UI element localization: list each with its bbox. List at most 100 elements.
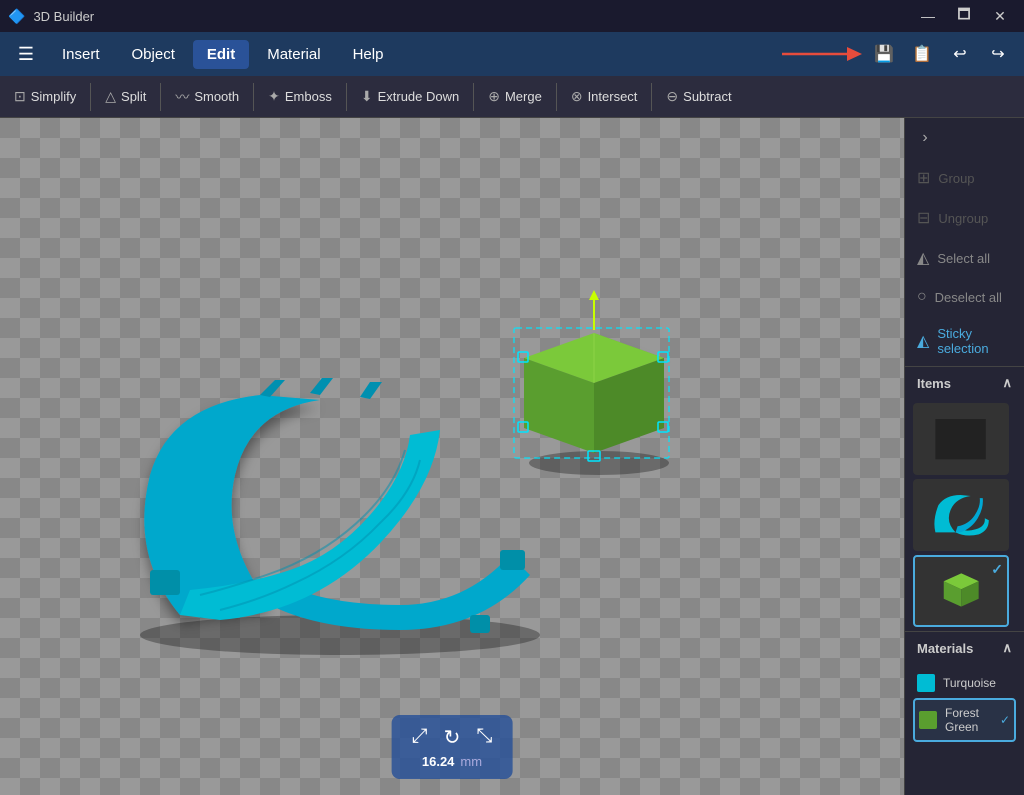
- hamburger-menu[interactable]: ☰: [8, 36, 44, 72]
- intersect-icon: ⊗: [571, 88, 583, 105]
- emboss-label: Emboss: [285, 89, 332, 104]
- 3d-scene: [0, 118, 904, 795]
- toolbar-divider-3: [253, 83, 254, 111]
- menubar: ☰ Insert Object Edit Material Help 💾 📋 ↩…: [0, 32, 1024, 76]
- deselect-all-action[interactable]: ○ Deselect all: [905, 278, 1024, 316]
- turquoise-label: Turquoise: [943, 676, 1012, 690]
- merge-icon: ⊕: [488, 88, 500, 105]
- deselect-all-label: Deselect all: [935, 290, 1002, 305]
- deselect-all-icon: ○: [917, 288, 927, 306]
- select-all-icon: ◭: [917, 248, 929, 268]
- group-label: Group: [938, 171, 974, 186]
- 3d-viewport[interactable]: ⤢ ↻ ⤡ 16.24 mm: [0, 118, 904, 795]
- title-actions: 💾 📋 ↩ ↪: [866, 36, 1016, 72]
- items-section-chevron[interactable]: ∧: [1002, 375, 1012, 391]
- toolbar-divider-4: [346, 83, 347, 111]
- turquoise-swatch: [917, 674, 935, 692]
- split-label: Split: [121, 89, 146, 104]
- action-copy-btn[interactable]: 📋: [904, 36, 940, 72]
- move-tool-button[interactable]: ⤢: [412, 725, 428, 750]
- materials-section-label: Materials: [917, 641, 973, 656]
- smooth-label: Smooth: [194, 89, 239, 104]
- measure-unit: mm: [460, 754, 482, 769]
- scale-tool-button[interactable]: ⤡: [476, 725, 492, 750]
- emboss-tool[interactable]: ✦ Emboss: [258, 84, 342, 109]
- extrude-down-label: Extrude Down: [378, 89, 460, 104]
- materials-list: Turquoise Forest Green ✓: [905, 664, 1024, 746]
- rotate-tool-button[interactable]: ↻: [444, 725, 461, 750]
- materials-section-header: Materials ∧: [905, 631, 1024, 664]
- edit-toolbar: ⊡ Simplify △ Split 〰 Smooth ✦ Emboss ⬇ E…: [0, 76, 1024, 118]
- menu-edit[interactable]: Edit: [193, 40, 249, 69]
- green-cube-object[interactable]: [504, 278, 684, 478]
- action-save-btn[interactable]: 💾: [866, 36, 902, 72]
- item-selected-check: ✓: [991, 561, 1003, 578]
- action-undo-btn[interactable]: ↩: [942, 36, 978, 72]
- minimize-button[interactable]: —: [912, 0, 944, 32]
- main-area: ⤢ ↻ ⤡ 16.24 mm › ⊞ Group ⊟ Ungroup ◭ Sel…: [0, 118, 1024, 795]
- menu-insert[interactable]: Insert: [48, 40, 114, 69]
- items-section-header: Items ∧: [905, 366, 1024, 399]
- split-tool[interactable]: △ Split: [95, 84, 156, 109]
- group-action[interactable]: ⊞ Group: [905, 158, 1024, 198]
- toolbar-divider-6: [556, 83, 557, 111]
- sticky-selection-action[interactable]: ◭ Sticky selection: [905, 316, 1024, 366]
- emboss-icon: ✦: [268, 88, 280, 105]
- select-all-label: Select all: [937, 251, 990, 266]
- forest-green-swatch: [919, 711, 937, 729]
- menu-help[interactable]: Help: [339, 40, 398, 69]
- simplify-icon: ⊡: [14, 88, 26, 105]
- close-button[interactable]: ✕: [984, 0, 1016, 32]
- extrude-down-tool[interactable]: ⬇ Extrude Down: [351, 84, 469, 109]
- blue-track-object[interactable]: [120, 375, 560, 655]
- titlebar-left: 🔷 3D Builder: [8, 8, 94, 25]
- extrude-down-icon: ⬇: [361, 88, 373, 105]
- subtract-tool[interactable]: ⊖ Subtract: [656, 84, 741, 109]
- simplify-tool[interactable]: ⊡ Simplify: [4, 84, 86, 109]
- smooth-icon: 〰: [175, 87, 189, 107]
- item-blue-track[interactable]: [913, 479, 1009, 551]
- sticky-selection-label: Sticky selection: [937, 326, 1012, 356]
- menu-material[interactable]: Material: [253, 40, 334, 69]
- titlebar: 🔷 3D Builder — 🗖 ✕: [0, 0, 1024, 32]
- subtract-label: Subtract: [683, 89, 731, 104]
- titlebar-controls: — 🗖 ✕: [912, 0, 1016, 32]
- app-title: 3D Builder: [33, 9, 94, 24]
- red-arrow-indicator: [782, 39, 862, 69]
- maximize-button[interactable]: 🗖: [948, 0, 980, 32]
- smooth-tool[interactable]: 〰 Smooth: [165, 83, 249, 111]
- right-panel: › ⊞ Group ⊟ Ungroup ◭ Select all ○ Desel…: [904, 118, 1024, 795]
- ungroup-icon: ⊟: [917, 208, 930, 228]
- items-grid: ✓: [905, 399, 1024, 631]
- toolbar-divider-1: [90, 83, 91, 111]
- items-section-label: Items: [917, 376, 951, 391]
- toolbar-divider-5: [473, 83, 474, 111]
- sticky-selection-icon: ◭: [917, 331, 929, 351]
- item-green-cube[interactable]: ✓: [913, 555, 1009, 627]
- subtract-icon: ⊖: [666, 88, 678, 105]
- item-black[interactable]: [913, 403, 1009, 475]
- select-all-action[interactable]: ◭ Select all: [905, 238, 1024, 278]
- ungroup-label: Ungroup: [938, 211, 988, 226]
- intersect-tool[interactable]: ⊗ Intersect: [561, 84, 648, 109]
- merge-label: Merge: [505, 89, 542, 104]
- group-icon: ⊞: [917, 168, 930, 188]
- viewport-toolbar: ⤢ ↻ ⤡ 16.24 mm: [392, 715, 513, 779]
- toolbar-divider-7: [651, 83, 652, 111]
- forest-green-label: Forest Green: [945, 706, 992, 734]
- ungroup-action[interactable]: ⊟ Ungroup: [905, 198, 1024, 238]
- merge-tool[interactable]: ⊕ Merge: [478, 84, 552, 109]
- menu-object[interactable]: Object: [118, 40, 189, 69]
- toolbar-divider-2: [160, 83, 161, 111]
- app-icon: 🔷: [8, 8, 25, 25]
- measure-value: 16.24: [422, 754, 455, 769]
- simplify-label: Simplify: [31, 89, 77, 104]
- material-forest-green[interactable]: Forest Green ✓: [913, 698, 1016, 742]
- action-redo-btn[interactable]: ↪: [980, 36, 1016, 72]
- material-turquoise[interactable]: Turquoise: [913, 668, 1016, 698]
- panel-toggle-button[interactable]: ›: [911, 124, 939, 152]
- materials-section-chevron[interactable]: ∧: [1002, 640, 1012, 656]
- forest-green-check: ✓: [1000, 713, 1010, 727]
- split-icon: △: [105, 88, 116, 105]
- intersect-label: Intersect: [588, 89, 638, 104]
